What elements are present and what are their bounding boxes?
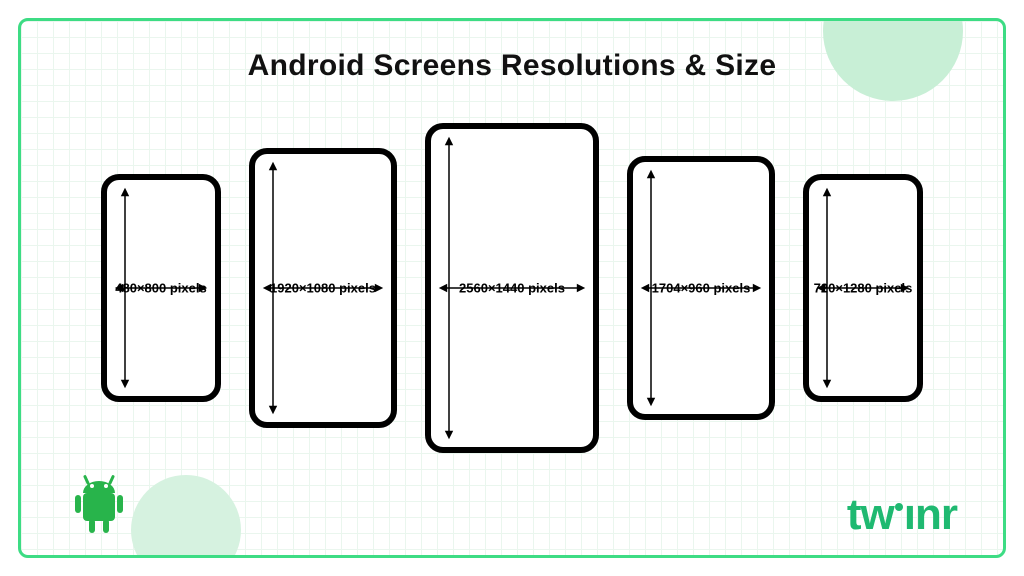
brand-dot-icon [895,503,903,511]
phone-inner: 2560×1440 pixels [431,129,593,447]
resolution-label: 1704×960 pixels [633,281,769,296]
phones-row: 480×800 pixels 1920×1080 pixels [21,103,1003,473]
phone-frame: 1704×960 pixels [627,156,775,420]
resolution-label: 720×1280 pixels [809,281,917,296]
phone-frame: 480×800 pixels [101,174,221,402]
resolution-label: 1920×1080 pixels [255,281,391,296]
android-icon [67,473,131,537]
phone-inner: 480×800 pixels [107,180,215,396]
brand-text-part2: ınr [904,493,957,537]
phone-frame: 2560×1440 pixels [425,123,599,453]
phone-inner: 1920×1080 pixels [255,154,391,422]
phone-inner: 1704×960 pixels [633,162,769,414]
brand-text-part1: tw [847,493,894,537]
frame-border: Android Screens Resolutions & Size 480×8… [18,18,1006,558]
resolution-label: 480×800 pixels [107,281,215,296]
phone-frame: 1920×1080 pixels [249,148,397,428]
resolution-label: 2560×1440 pixels [431,281,593,296]
diagram-canvas: Android Screens Resolutions & Size 480×8… [0,0,1024,576]
decor-blob-bottom [131,475,241,558]
phone-frame: 720×1280 pixels [803,174,923,402]
phone-inner: 720×1280 pixels [809,180,917,396]
page-title: Android Screens Resolutions & Size [21,49,1003,83]
brand-logo: twınr [847,493,957,537]
